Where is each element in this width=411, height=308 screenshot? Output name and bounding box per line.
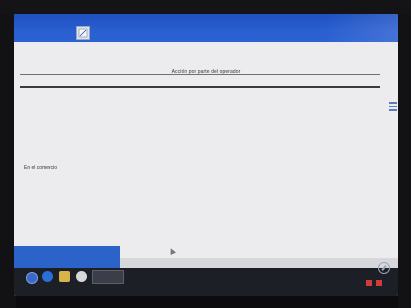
taskbar-light-band [120, 258, 398, 268]
pen-icon[interactable] [378, 262, 390, 274]
header-divider [20, 86, 380, 88]
window-titlebar [14, 14, 398, 42]
menu-line [389, 109, 397, 111]
app-icon[interactable] [76, 271, 87, 282]
titlebar-highlight [324, 14, 398, 42]
screen: Acción por parte del operador En el come… [14, 14, 398, 296]
system-tray [284, 287, 374, 293]
monitor-bezel-top [0, 0, 411, 14]
monitor-bezel-right [398, 14, 411, 308]
alert-icon-secondary[interactable] [376, 280, 382, 286]
menu-icon[interactable] [389, 102, 397, 116]
document-icon[interactable] [76, 26, 90, 40]
browser-icon[interactable] [42, 271, 53, 282]
menu-line [389, 105, 397, 107]
taskbar-accent-band [14, 246, 120, 268]
folder-icon[interactable] [59, 271, 70, 282]
start-icon[interactable] [26, 272, 38, 284]
menu-line [389, 102, 397, 104]
alert-icon[interactable] [366, 280, 372, 286]
taskbar-search-input[interactable] [92, 270, 124, 284]
main-content: Acción por parte del operador En el come… [14, 42, 398, 260]
page-title: Acción por parte del operador [171, 69, 241, 75]
status-text: En el comercio [24, 165, 58, 171]
